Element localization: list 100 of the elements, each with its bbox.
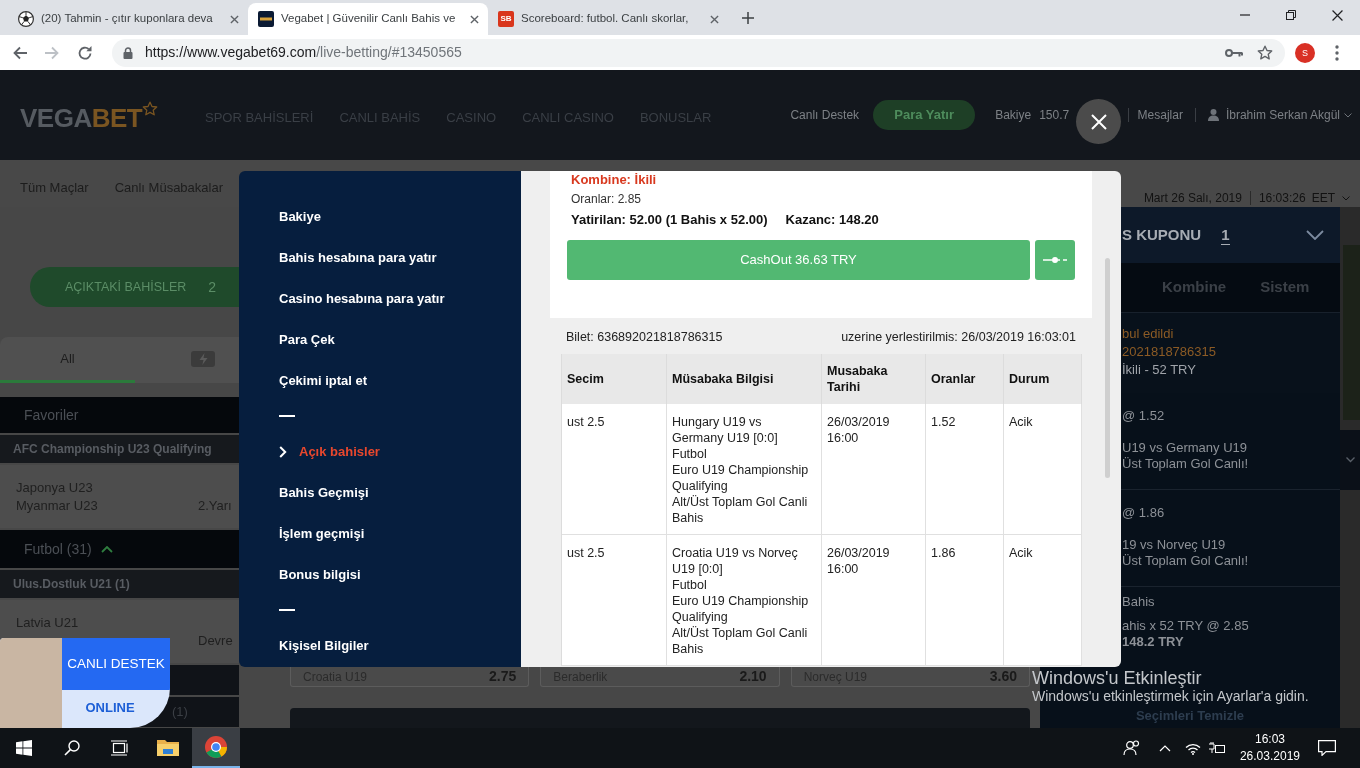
soccer-ball-icon — [18, 11, 34, 27]
search-icon[interactable] — [64, 740, 80, 756]
stake-text: Yatirilan: 52.00 (1 Bahis x 52.00) — [571, 212, 768, 228]
menu-item[interactable]: Çekimi iptal et — [279, 360, 368, 401]
task-view-icon[interactable] — [111, 740, 129, 756]
league-header[interactable]: AFC Championship U23 Qualifying — [0, 435, 239, 463]
date-cell: 26/03/2019 16:00 — [822, 404, 926, 535]
close-icon[interactable] — [470, 14, 479, 24]
people-icon[interactable] — [1122, 740, 1141, 756]
market-name: Üst Toplam Gol Canlı! — [1122, 456, 1249, 472]
folder-icon — [157, 738, 179, 756]
restore-icon[interactable] — [1286, 10, 1296, 20]
reload-icon[interactable] — [77, 44, 93, 61]
more-menu-icon[interactable] — [1335, 44, 1339, 61]
league-name: Euro U19 Championship Qualifying — [672, 593, 810, 625]
support-link[interactable]: Canlı Destek — [790, 106, 860, 124]
chevron-down-icon — [1345, 457, 1355, 463]
odds-cell: 1.86 — [926, 535, 1004, 666]
menu-item[interactable]: Bonus bilgisi — [279, 554, 361, 595]
cashout-button[interactable]: CashOut 36.63 TRY — [567, 240, 1030, 280]
summary-label: Bahis — [1122, 594, 1155, 610]
menu-item[interactable]: Bahis Geçmişi — [279, 472, 369, 513]
support-title: CANLI DESTEK — [62, 638, 170, 690]
plus-icon[interactable] — [742, 11, 754, 24]
placed-time: uzerine yerlestirilmis: 26/03/2019 16:03:01 — [841, 329, 1076, 345]
site-logo[interactable]: VEGABET — [20, 99, 165, 131]
acceptance-status: bul edildi — [1122, 325, 1174, 343]
status-cell: Acik — [1004, 404, 1082, 535]
star-outline-icon — [142, 101, 159, 117]
menu-item[interactable]: Kişisel Bilgiler — [279, 625, 369, 666]
live-chat-toast[interactable]: CANLI DESTEK ONLINE — [0, 638, 170, 728]
date-cell: 26/03/2019 16:00 — [822, 535, 926, 666]
lightning-icon — [191, 350, 215, 367]
sport-header[interactable]: Futbol (31) — [0, 530, 239, 568]
ticket-number: Bilet: 636892021818786315 — [566, 329, 723, 345]
browser-tab[interactable]: (20) Tahmin - çıtır kuponlara deva — [8, 3, 248, 35]
league-name: Euro U19 Championship Qualifying — [672, 462, 810, 494]
taskbar-time: 16:03 — [1254, 731, 1285, 748]
chevron-down-icon[interactable] — [1344, 112, 1352, 118]
profile-avatar[interactable]: S — [1295, 42, 1315, 63]
dark-square-icon — [258, 11, 274, 27]
chevron-down-icon[interactable] — [1306, 230, 1324, 240]
messages-link[interactable]: Mesajlar — [1137, 106, 1183, 124]
market-name: Alt/Üst Toplam Gol Canli Bahis — [672, 494, 809, 526]
slip-count: 1 — [1221, 225, 1230, 245]
activation-title: Windows'u Etkinleştir — [1032, 668, 1202, 688]
selection-odds: @ 1.52 — [1122, 408, 1165, 424]
browser-tab[interactable]: SB Scoreboard: futbol. Canlı skorlar, — [488, 3, 728, 35]
league-header[interactable]: Ulus.Dostluk U21 (1) — [0, 570, 239, 598]
support-status: ONLINE — [84, 699, 136, 717]
column-header: Oranlar — [926, 354, 1004, 404]
ticket-number: 2021818786315 — [1122, 343, 1216, 361]
activation-message: Windows'u etkinleştirmek için Ayarlar'a gidin. — [1032, 688, 1309, 704]
match-name: U19 vs Germany U19 — [1122, 440, 1247, 456]
notification-icon[interactable] — [1318, 740, 1336, 756]
slider-button[interactable] — [1035, 240, 1075, 280]
address-field[interactable]: https://www.vegabet69.com/live-betting/#13450565 — [112, 38, 1285, 67]
menu-item[interactable]: Para Çek — [279, 319, 335, 360]
menu-item[interactable]: Casino hesabına para yatır — [279, 278, 445, 319]
section-header: Favoriler — [0, 397, 239, 433]
open-bets-button[interactable]: AÇIKTAKİ BAHİSLER 2 — [30, 267, 239, 307]
taskbar-button[interactable] — [192, 728, 240, 768]
letter-favicon: SB — [498, 11, 514, 27]
slider-icon — [1043, 256, 1067, 264]
close-icon[interactable] — [1332, 9, 1343, 21]
column-header: Musabaka Tarihi — [822, 354, 926, 404]
user-name[interactable]: İbrahim Serkan Akgül — [1225, 106, 1340, 124]
selection-cell: ust 2.5 — [562, 404, 667, 535]
match-name: Croatia U19 vs Norveç U19 [0:0] — [672, 545, 799, 577]
bet-type: İkili - 52 TRY — [1122, 361, 1196, 379]
selection-cell: ust 2.5 — [562, 535, 667, 666]
match-name: 19 vs Norveç U19 — [1122, 537, 1226, 553]
menu-item[interactable]: Bahis hesabına para yatır — [279, 237, 437, 278]
menu-item[interactable]: Bakiye — [279, 196, 321, 237]
balance-value: 150.7 — [1039, 107, 1070, 124]
bet-type: Kombine: İkili — [570, 172, 657, 188]
menu-item[interactable]: Açık bahisler — [279, 431, 380, 472]
star-icon[interactable] — [1257, 44, 1273, 61]
winnings-text: Kazanc: 148.20 — [785, 212, 879, 228]
deposit-button[interactable]: Para Yatır — [873, 100, 976, 130]
panel-title: S KUPONU — [1122, 224, 1202, 245]
balance-label: Bakiye — [995, 107, 1032, 124]
stake-text: ahis x 52 TRY @ 2.85 — [1122, 618, 1249, 634]
column-header: Müsabaka Bilgisi — [667, 354, 822, 404]
sport-name: Futbol — [672, 577, 707, 593]
chevron-right-icon — [279, 445, 287, 458]
menu-item[interactable]: İşlem geçmişi — [279, 513, 365, 554]
market-name: Alt/Üst Toplam Gol Canli Bahis — [672, 625, 809, 657]
windows-logo-icon[interactable] — [16, 740, 32, 756]
taskbar-date: 26.03.2019 — [1239, 748, 1300, 765]
wifi-icon[interactable] — [1184, 741, 1201, 755]
plug-battery-icon[interactable] — [1208, 742, 1226, 754]
browser-tab[interactable]: Vegabet | Güvenilir Canlı Bahis ve — [248, 3, 488, 35]
back-arrow-icon[interactable] — [12, 44, 28, 61]
user-icon — [1207, 109, 1219, 121]
status-cell: Acik — [1004, 535, 1082, 666]
key-icon[interactable] — [1225, 47, 1243, 58]
close-icon — [1090, 113, 1107, 130]
odds-cell: 1.52 — [926, 404, 1004, 535]
scrollbar-thumb[interactable] — [1105, 258, 1110, 478]
